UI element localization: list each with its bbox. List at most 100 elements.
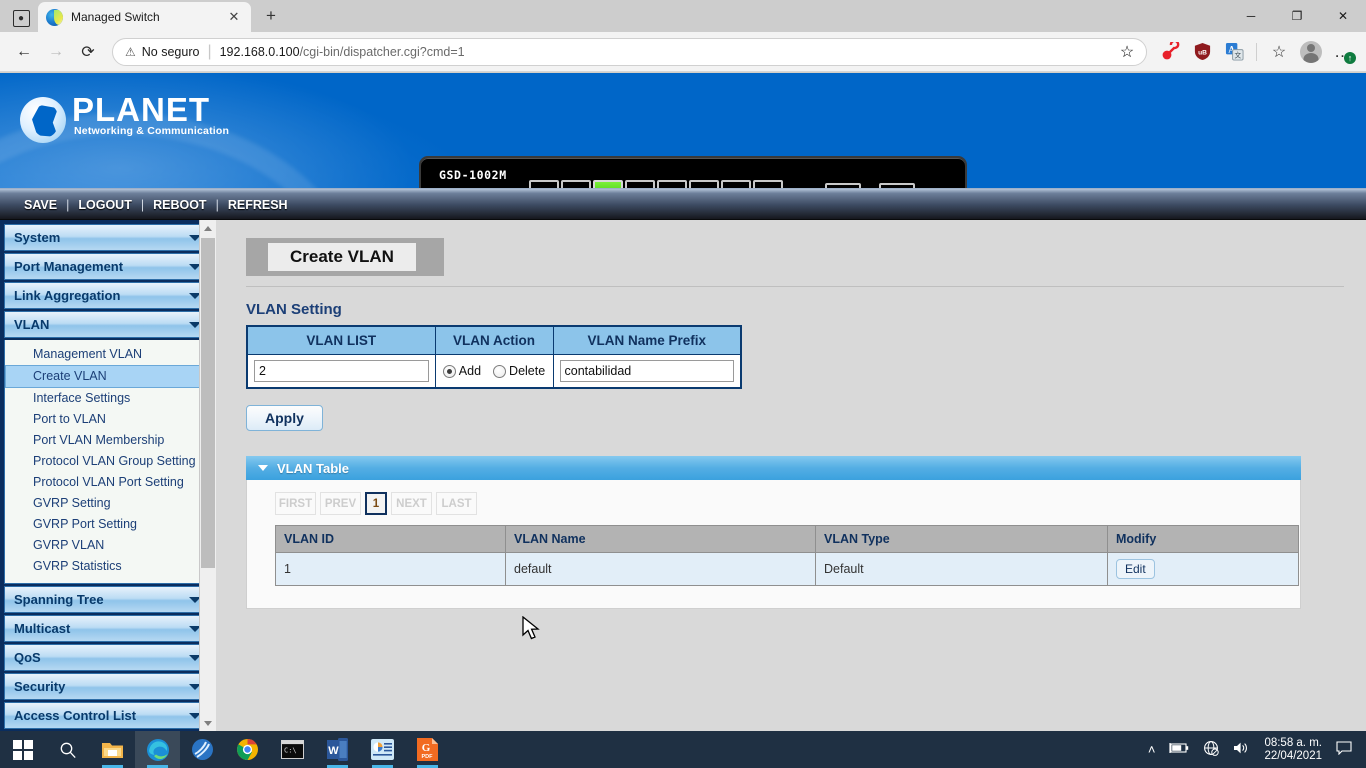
port-1-jack [529,180,559,188]
port-3[interactable]: 3 [593,180,623,188]
taskbar-microsoft-publisher[interactable] [360,731,405,768]
nav-save[interactable]: SAVE [24,198,57,212]
volume-icon[interactable] [1226,741,1256,758]
sidebar-item-gvrp-vlan[interactable]: GVRP VLAN [5,535,209,556]
app-menu-icon[interactable]: ● [4,4,38,32]
taskbar-microsoft-edge[interactable] [135,731,180,768]
url-path: /cgi-bin/dispatcher.cgi?cmd=1 [300,45,465,59]
sidebar-item-protocol-vlan-group-setting[interactable]: Protocol VLAN Group Setting [5,451,209,472]
port-6[interactable]: 6 [689,180,719,188]
nav-logout[interactable]: LOGOUT [78,198,131,212]
notifications-icon[interactable] [1330,741,1362,758]
close-tab-icon[interactable]: ✕ [225,8,243,26]
page-last-button[interactable]: LAST [436,492,477,515]
taskbar-pdf-app[interactable]: G PDF [405,731,450,768]
port-9[interactable]: 9 [825,183,861,188]
restore-button[interactable]: ❐ [1274,0,1320,32]
radio-add[interactable]: Add [443,364,481,378]
radio-delete[interactable]: Delete [493,364,545,378]
page-prev-button[interactable]: PREV [320,492,361,515]
sidebar-item-port-vlan-membership[interactable]: Port VLAN Membership [5,430,209,451]
sidebar-item-gvrp-statistics[interactable]: GVRP Statistics [5,556,209,577]
update-badge: ↑ [1344,52,1356,64]
taskbar-file-explorer[interactable] [90,731,135,768]
taskbar-command-prompt[interactable]: C:\ [270,731,315,768]
vlan-list-input[interactable] [254,360,429,382]
close-window-button[interactable]: ✕ [1320,0,1366,32]
show-hidden-icons-chevron[interactable]: ˄ [1141,742,1163,757]
top-nav-bar: SAVE | LOGOUT | REBOOT | REFRESH [0,188,1366,220]
port-1[interactable]: 1 [529,180,559,188]
taskbar-google-chrome[interactable] [225,731,270,768]
vlan-table-header[interactable]: VLAN Table [246,456,1301,480]
port-8[interactable]: 8 [753,180,783,188]
search-button[interactable] [45,731,90,768]
sidebar-item-access-control-list[interactable]: Access Control List [4,702,210,729]
sidebar-item-gvrp-setting[interactable]: GVRP Setting [5,493,209,514]
port-5[interactable]: 5 [657,180,687,188]
reload-button[interactable]: ⟳ [72,36,104,68]
sidebar-scrollbar[interactable] [199,220,216,731]
back-button[interactable]: ← [8,36,40,68]
new-tab-button[interactable]: + [257,2,285,30]
profile-avatar[interactable] [1296,37,1326,67]
port-4[interactable]: 4 [625,180,655,188]
sidebar-item-create-vlan[interactable]: Create VLAN [5,365,209,388]
sidebar-item-system[interactable]: System [4,224,210,251]
add-favorite-icon[interactable]: ☆ [1114,40,1140,64]
cell-vlan-name: default [506,553,816,586]
radio-add-button[interactable] [443,365,456,378]
port-7[interactable]: 7 [721,180,751,188]
port-2[interactable]: 2 [561,180,591,188]
settings-and-more-button[interactable]: … ↑ [1328,37,1358,67]
minimize-button[interactable]: ─ [1228,0,1274,32]
edit-button[interactable]: Edit [1116,559,1155,579]
sidebar-item-port-management[interactable]: Port Management [4,253,210,280]
browser-tab[interactable]: Managed Switch ✕ [38,2,251,32]
translate-icon[interactable]: A 文 [1219,37,1249,67]
sidebar-item-interface-settings[interactable]: Interface Settings [5,388,209,409]
start-button[interactable] [0,731,45,768]
clock[interactable]: 08:58 a. m. 22/04/2021 [1256,737,1330,763]
sidebar-item-spanning-tree[interactable]: Spanning Tree [4,586,210,613]
forward-button[interactable]: → [40,36,72,68]
apply-button[interactable]: Apply [246,405,323,431]
vlan-action-cell: Add Delete [435,355,553,389]
nav-reboot[interactable]: REBOOT [153,198,206,212]
ext-red-icon[interactable] [1155,37,1185,67]
sidebar-item-multicast[interactable]: Multicast [4,615,210,642]
sidebar-item-management-vlan[interactable]: Management VLAN [5,344,209,365]
sidebar-item-protocol-vlan-port-setting[interactable]: Protocol VLAN Port Setting [5,472,209,493]
page-first-button[interactable]: FIRST [275,492,316,515]
scroll-down-arrow[interactable] [200,715,216,731]
battery-icon[interactable] [1162,742,1196,757]
nav-refresh[interactable]: REFRESH [228,198,288,212]
page-body: System Port Management Link Aggregation … [0,220,1366,731]
col-vlan-name: VLAN Name [506,526,816,553]
page-next-button[interactable]: NEXT [391,492,432,515]
port-10[interactable]: 10 [879,183,915,188]
volume-glyph [1233,741,1249,755]
sidebar-item-qos[interactable]: QoS [4,644,210,671]
battery-glyph [1169,742,1189,754]
taskbar-blue-app[interactable] [180,731,225,768]
sidebar-item-vlan[interactable]: VLAN [4,311,210,338]
page-1-button[interactable]: 1 [365,492,387,515]
sidebar-item-gvrp-port-setting[interactable]: GVRP Port Setting [5,514,209,535]
sidebar-item-port-to-vlan[interactable]: Port to VLAN [5,409,209,430]
ublock-shield-icon[interactable]: uB [1187,37,1217,67]
scroll-up-arrow[interactable] [200,220,216,236]
ext-red-glyph [1160,42,1180,62]
radio-delete-button[interactable] [493,365,506,378]
svg-text:文: 文 [1234,51,1241,60]
sidebar-item-security[interactable]: Security [4,673,210,700]
section-title: VLAN Setting [246,301,1344,318]
network-icon[interactable] [1196,740,1226,759]
scrollbar-thumb[interactable] [201,238,215,568]
taskbar-microsoft-word[interactable]: W [315,731,360,768]
collapse-triangle-icon[interactable] [258,465,268,471]
collections-icon[interactable]: ☆ [1264,37,1294,67]
sidebar-item-link-aggregation[interactable]: Link Aggregation [4,282,210,309]
address-bar[interactable]: ⚠ No seguro | 192.168.0.100/cgi-bin/disp… [112,38,1147,66]
vlan-name-prefix-input[interactable] [560,360,735,382]
